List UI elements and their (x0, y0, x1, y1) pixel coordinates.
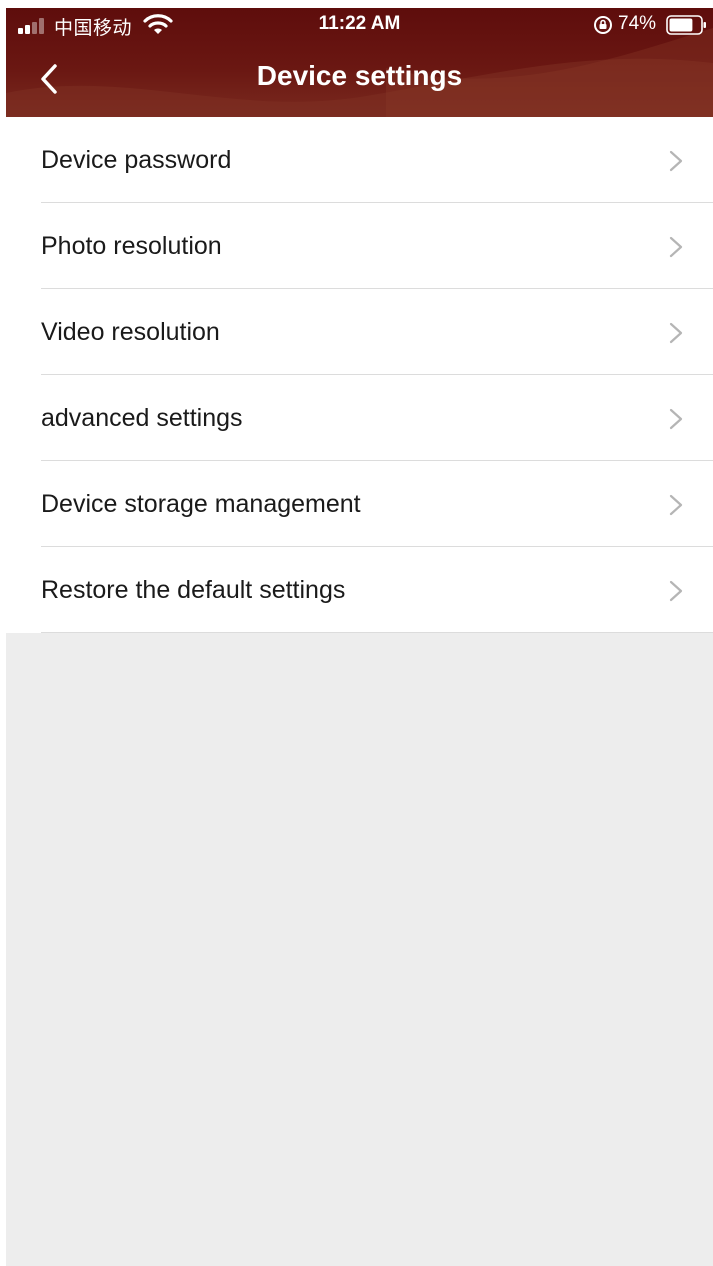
chevron-right-icon (669, 236, 683, 258)
chevron-right-icon (669, 580, 683, 602)
chevron-right-icon (669, 322, 683, 344)
menu-item-label: Restore the default settings (41, 576, 346, 604)
menu-item-label: Device storage management (41, 490, 361, 518)
rotation-lock-icon (594, 16, 612, 34)
battery-icon (666, 15, 706, 35)
row-divider (41, 632, 713, 633)
battery-percentage: 74% (618, 13, 657, 34)
menu-item-label: Photo resolution (41, 232, 222, 260)
menu-item-video-resolution[interactable]: Video resolution (6, 289, 713, 375)
chevron-right-icon (669, 494, 683, 516)
menu-item-label: Video resolution (41, 318, 220, 346)
chevron-right-icon (669, 408, 683, 430)
settings-menu-list: Device password Photo resolution Video r… (6, 117, 713, 633)
menu-item-label: advanced settings (41, 404, 243, 432)
menu-item-device-storage-management[interactable]: Device storage management (6, 461, 713, 547)
menu-item-restore-default-settings[interactable]: Restore the default settings (6, 547, 713, 633)
chevron-right-icon (669, 150, 683, 172)
menu-item-device-password[interactable]: Device password (6, 117, 713, 203)
header-bar: 中国移动 11:22 AM 74% Device settings (6, 8, 713, 117)
page-title: Device settings (256, 60, 463, 91)
menu-item-advanced-settings[interactable]: advanced settings (6, 375, 713, 461)
menu-item-label: Device password (41, 146, 232, 174)
navigation-bar: Device settings (6, 42, 713, 117)
app-screen: 中国移动 11:22 AM 74% Device settings Device… (6, 8, 713, 1266)
menu-item-photo-resolution[interactable]: Photo resolution (6, 203, 713, 289)
status-bar: 中国移动 11:22 AM 74% (6, 8, 713, 42)
